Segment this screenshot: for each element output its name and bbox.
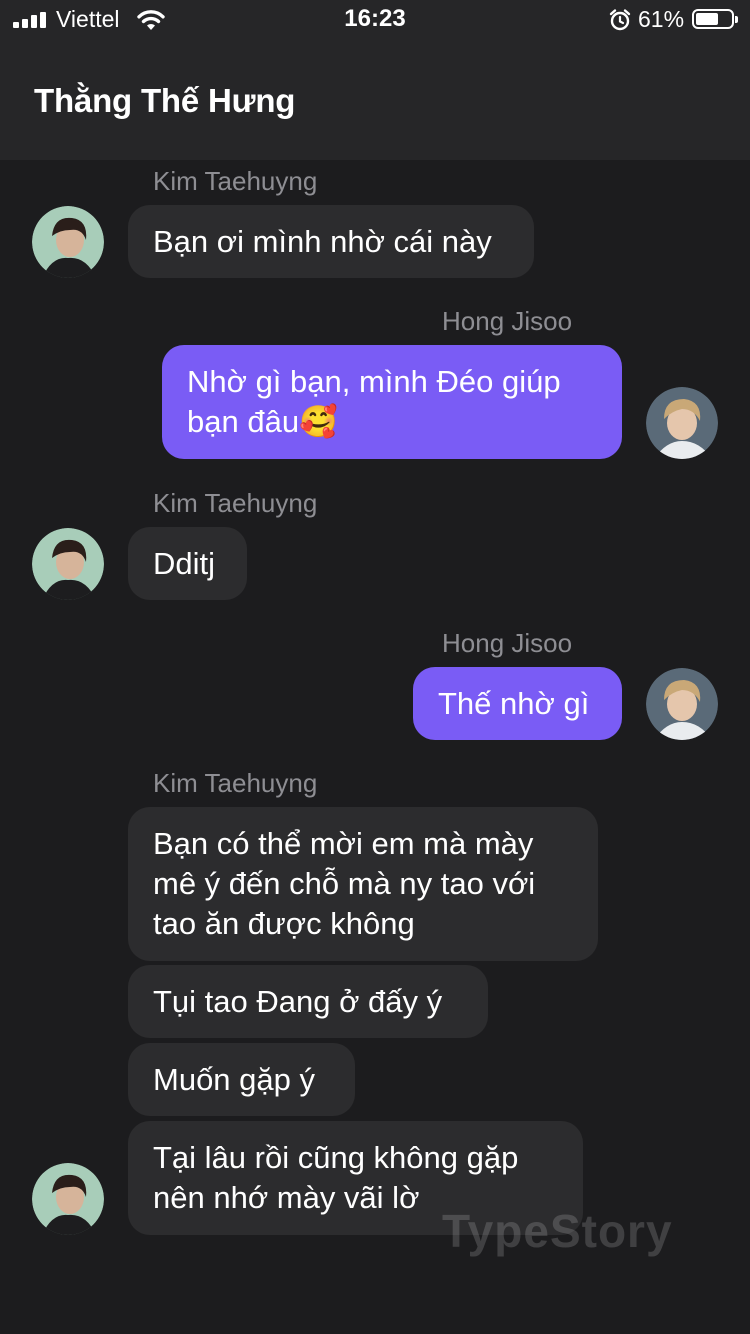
avatar-hong-jisoo[interactable] [646,387,718,459]
avatar-kim-taehuyng[interactable] [32,206,104,278]
status-bar: Viettel 16:23 61% [0,0,750,40]
message-bubble[interactable]: Bạn có thể mời em mà mày mê ý đến chỗ mà… [128,807,598,961]
message-bubble[interactable]: Muốn gặp ý [128,1043,355,1116]
avatar-kim-taehuyng[interactable] [32,528,104,600]
message-bubble[interactable]: Nhờ gì bạn, mình Đéo giúp bạn đâu🥰 [162,345,622,459]
sender-name: Hong Jisoo [442,306,573,336]
chat-header: Thằng Thế Hưng [0,40,750,160]
sender-name: Kim Taehuyng [153,166,318,196]
sender-name: Hong Jisoo [442,628,573,658]
avatar-kim-taehuyng[interactable] [32,1163,104,1235]
watermark: TypeStory [442,1205,673,1257]
sender-name: Kim Taehuyng [153,768,318,798]
battery-icon [692,9,738,29]
message-bubble[interactable]: Dditj [128,527,247,600]
message-bubble[interactable]: Thế nhờ gì [413,667,622,740]
sender-name: Kim Taehuyng [153,488,318,518]
message-bubble[interactable]: Bạn ơi mình nhờ cái này [128,205,534,278]
alarm-icon [609,9,631,31]
chat-title: Thằng Thế Hưng [34,82,296,119]
battery-percent: 61% [638,6,685,32]
message-bubble[interactable]: Tụi tao Đang ở đấy ý [128,965,488,1038]
avatar-hong-jisoo[interactable] [646,668,718,740]
